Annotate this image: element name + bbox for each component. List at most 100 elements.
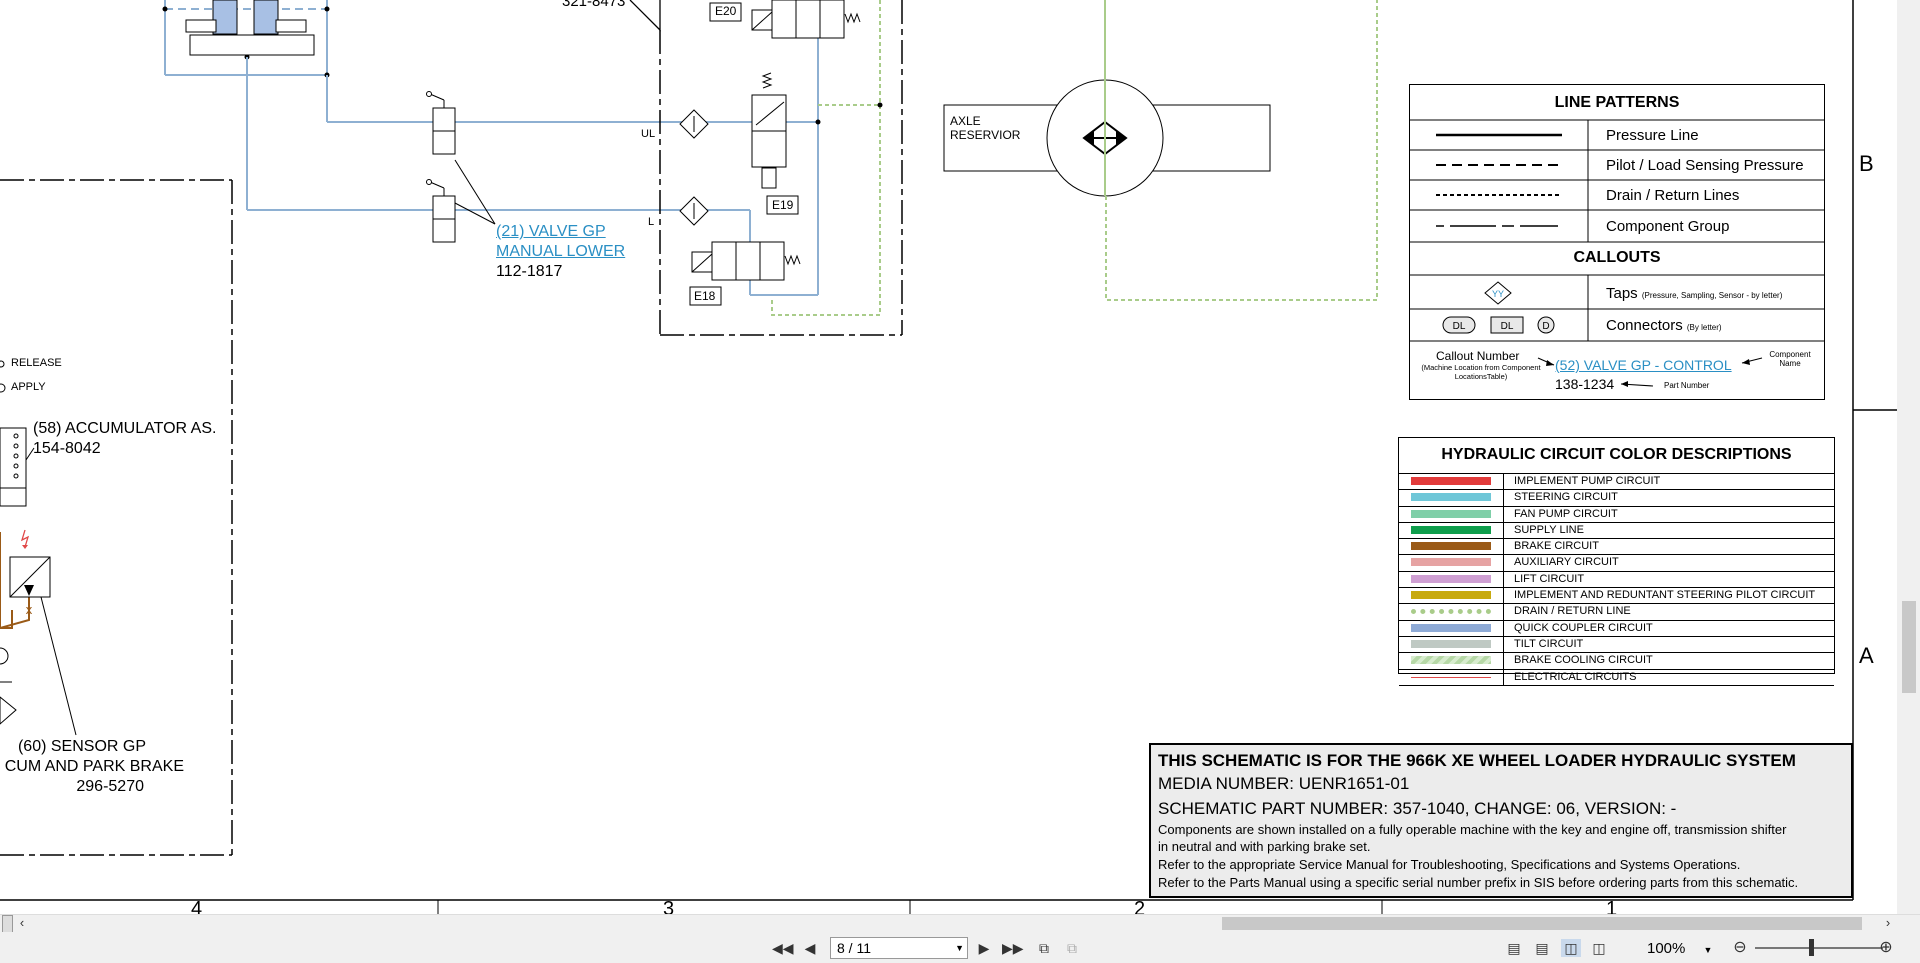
single-page-icon[interactable]: ▤ [1504, 939, 1524, 957]
color-row: IMPLEMENT PUMP CIRCUIT [1399, 474, 1834, 491]
connectors-label: Connectors [1606, 317, 1683, 334]
color-swatch [1411, 591, 1491, 600]
axle-reservoir-line2: RESERVIOR [950, 128, 1021, 142]
example-callout-link[interactable]: (52) VALVE GP - CONTROL [1555, 357, 1732, 373]
svg-text:x: x [26, 602, 33, 617]
color-label: LIFT CIRCUIT [1514, 572, 1585, 585]
valve-manual-lower-link-line1[interactable]: (21) VALVE GP [496, 222, 625, 242]
color-label: FAN PUMP CIRCUIT [1514, 507, 1618, 520]
apply-label: APPLY [11, 381, 46, 393]
axle-reservoir-label: AXLE RESERVIOR [950, 114, 1020, 142]
zoom-slider[interactable] [1755, 947, 1883, 949]
last-page-icon[interactable]: ▶▶ [1002, 939, 1024, 957]
vertical-scroll-thumb[interactable] [1902, 601, 1916, 693]
two-page-continuous-icon[interactable]: ◫ [1589, 939, 1609, 957]
color-label: DRAIN / RETURN LINE [1514, 605, 1631, 618]
color-row: FAN PUMP CIRCUIT [1399, 506, 1834, 523]
schematic-part-number: SCHEMATIC PART NUMBER: 357-1040, CHANGE:… [1158, 799, 1677, 818]
note-parts-manual: Refer to the Parts Manual using a specif… [1158, 875, 1799, 890]
port-l: L [648, 216, 655, 228]
zoom-out-icon[interactable]: ⊖ [1730, 939, 1750, 957]
zoom-slider-thumb[interactable] [1809, 939, 1814, 956]
pattern-pilot-line: Pilot / Load Sensing Pressure [1606, 157, 1804, 174]
prev-page-icon[interactable]: ◀ [800, 939, 820, 957]
tap-ul [679, 109, 709, 139]
connectors-note: (By letter) [1686, 323, 1722, 332]
taps-label: Taps [1606, 285, 1638, 302]
prev-view-icon[interactable]: ⧉ [1034, 939, 1054, 957]
component-name-label: Component Name [1769, 350, 1811, 368]
vertical-scrollbar[interactable] [1897, 0, 1920, 914]
scroll-right-icon[interactable]: › [1878, 914, 1898, 932]
color-row: BRAKE COOLING CIRCUIT [1399, 653, 1834, 670]
pattern-pressure-line: Pressure Line [1606, 127, 1699, 144]
pattern-component-group: Component Group [1606, 218, 1730, 235]
color-swatch [1411, 558, 1491, 567]
note-components-2: in neutral and with parking brake set. [1158, 839, 1371, 854]
note-service-manual: Refer to the appropriate Service Manual … [1158, 857, 1741, 872]
color-row: ELECTRICAL CIRCUITS [1399, 669, 1834, 686]
accumulator-callout: (58) ACCUMULATOR AS. 154-8042 [33, 419, 216, 459]
sensor-name: (60) SENSOR GP [17, 738, 146, 755]
sensor-callout: (60) SENSOR GP CUM AND PARK BRAKE 296-52… [0, 737, 186, 797]
color-swatch [1411, 509, 1491, 518]
color-swatch [1411, 493, 1491, 502]
valve-manual-lower-link-line2[interactable]: MANUAL LOWER [496, 242, 625, 262]
zone-letter-a: A [1859, 643, 1874, 668]
connector-e20: E20 [715, 4, 737, 18]
taps-note: (Pressure, Sampling, Sensor - by letter) [1641, 291, 1783, 300]
color-label: STEERING CIRCUIT [1514, 491, 1618, 504]
next-page-icon[interactable]: ▶ [974, 939, 994, 957]
first-page-icon[interactable]: ◀◀ [772, 939, 794, 957]
next-view-icon[interactable]: ⧉ [1062, 939, 1082, 957]
tap-l [679, 196, 709, 226]
solenoid-valve-e18 [691, 241, 801, 281]
zone-letter-b: B [1859, 151, 1874, 176]
callouts-title: CALLOUTS [1573, 249, 1661, 266]
valve-manual-lower-part: 112-1817 [496, 263, 563, 280]
title-block: THIS SCHEMATIC IS FOR THE 966K XE WHEEL … [1149, 743, 1853, 898]
color-swatch [1411, 477, 1491, 485]
connector-e18: E18 [694, 289, 716, 303]
color-label: AUXILIARY CIRCUIT [1514, 556, 1619, 569]
pattern-drain-line: Drain / Return Lines [1606, 187, 1740, 204]
color-label: SUPPLY LINE [1514, 523, 1584, 536]
color-label: BRAKE COOLING CIRCUIT [1514, 654, 1653, 667]
axle-reservoir-line1: AXLE [950, 114, 981, 128]
color-swatch [1411, 525, 1491, 534]
connector-symbol-1: DL [1453, 321, 1466, 332]
zoom-in-icon[interactable]: ⊕ [1876, 939, 1896, 957]
two-page-icon[interactable]: ◫ [1561, 939, 1581, 957]
accumulator-name: (58) ACCUMULATOR AS. [33, 420, 217, 437]
callout-number-label: Callout Number [1436, 349, 1520, 363]
color-rows: IMPLEMENT PUMP CIRCUIT STEERING CIRCUIT FA… [1399, 473, 1834, 686]
horizontal-scrollbar[interactable]: ‹ › [0, 914, 1920, 933]
zoom-level[interactable]: 100% ▼ [1647, 940, 1712, 957]
connector-symbol-2: DL [1501, 321, 1514, 332]
color-label: IMPLEMENT PUMP CIRCUIT [1514, 475, 1661, 487]
solenoid-valve-e20 [751, 0, 861, 39]
valve-manual-lower-callout[interactable]: (21) VALVE GP MANUAL LOWER 112-1817 [496, 222, 625, 282]
color-label: QUICK COUPLER CIRCUIT [1514, 621, 1653, 634]
media-number: MEDIA NUMBER: UENR1651-01 [1158, 774, 1410, 793]
color-swatch [1411, 639, 1491, 648]
color-swatch [1411, 676, 1491, 679]
color-swatch [1411, 574, 1491, 583]
color-descriptions-title: HYDRAULIC CIRCUIT COLOR DESCRIPTIONS [1441, 446, 1792, 463]
accumulator-part: 154-8042 [33, 440, 101, 457]
color-row: AUXILIARY CIRCUIT [1399, 555, 1834, 572]
example-part-number: 138-1234 [1555, 376, 1615, 392]
zoom-dropdown-icon[interactable]: ▼ [1704, 945, 1713, 955]
color-swatch [1411, 656, 1491, 665]
scroll-left-icon[interactable]: ‹ [12, 914, 32, 932]
horizontal-scroll-thumb[interactable] [1222, 917, 1862, 930]
zoom-value: 100% [1647, 940, 1686, 957]
connector-e19: E19 [772, 198, 794, 212]
color-row: IMPLEMENT AND REDUNTANT STEERING PILOT C… [1399, 588, 1834, 605]
sensor-part: 296-5270 [76, 778, 144, 795]
page-dropdown-icon[interactable]: ▼ [955, 938, 964, 958]
color-label: ELECTRICAL CIRCUITS [1514, 670, 1637, 683]
page-number-input[interactable]: 8 / 11 ▼ [830, 937, 968, 959]
continuous-icon[interactable]: ▤ [1532, 939, 1552, 957]
note-components-1: Components are shown installed on a full… [1158, 822, 1787, 837]
